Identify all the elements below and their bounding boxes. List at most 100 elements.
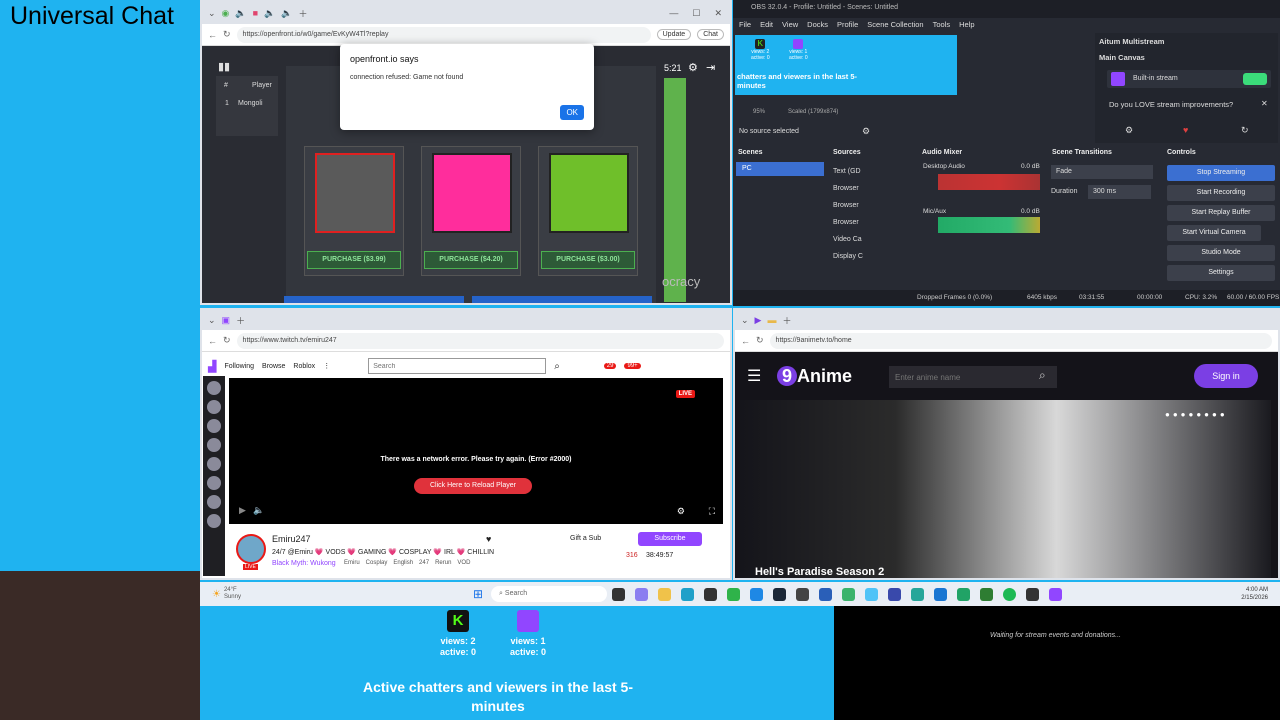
studio-mode-button[interactable]: Studio Mode — [1167, 245, 1275, 261]
app-icon[interactable] — [888, 587, 902, 601]
video-player[interactable]: LIVE There was a network error. Please t… — [229, 378, 723, 524]
excel-icon[interactable] — [957, 587, 971, 601]
gift-sub-button[interactable]: Gift a Sub — [570, 535, 601, 542]
back-icon[interactable]: ← — [741, 336, 750, 346]
app-icon[interactable] — [865, 587, 879, 601]
volume-icon[interactable]: 🔈 — [253, 505, 264, 516]
settings-icon[interactable]: ⚙ — [677, 506, 685, 517]
app-icon[interactable] — [842, 587, 856, 601]
avatar[interactable] — [207, 419, 221, 433]
chevron-down-icon[interactable]: ⌄ — [741, 315, 749, 326]
source-item[interactable]: Text (GD — [833, 163, 863, 180]
tag[interactable]: 247 — [419, 560, 429, 566]
close-icon[interactable]: ✕ — [1261, 99, 1268, 108]
nav-browse[interactable]: Browse — [262, 363, 285, 370]
youtube-tab-icon[interactable]: ▶ — [755, 315, 762, 326]
purchase-button[interactable]: PURCHASE ($3.99) — [307, 251, 401, 269]
avatar[interactable] — [207, 514, 221, 528]
mute-icon[interactable]: 🔈 — [281, 8, 292, 19]
subscribe-button[interactable]: Subscribe — [638, 532, 702, 546]
explorer-icon[interactable] — [658, 587, 672, 601]
new-tab-button[interactable]: ＋ — [782, 314, 791, 327]
promo-text[interactable]: Do you LOVE stream improvements? — [1109, 100, 1233, 109]
fullscreen-icon[interactable]: ⛶ — [709, 506, 715, 517]
tag[interactable]: Rerun — [435, 560, 451, 566]
app-icon[interactable] — [796, 587, 810, 601]
store-card[interactable]: PURCHASE ($3.00) — [538, 146, 638, 276]
source-item[interactable]: Browser — [833, 180, 863, 197]
duration-input[interactable]: 300 ms — [1088, 185, 1151, 199]
app-icon[interactable] — [911, 587, 925, 601]
mute-icon[interactable]: 🔈 — [235, 8, 246, 19]
menu-view[interactable]: View — [782, 20, 798, 29]
menu-tools[interactable]: Tools — [933, 20, 951, 29]
transition-select[interactable]: Fade — [1051, 165, 1153, 179]
reload-icon[interactable]: ↻ — [223, 29, 231, 40]
avatar[interactable] — [207, 457, 221, 471]
menu-edit[interactable]: Edit — [760, 20, 773, 29]
avatar[interactable] — [207, 400, 221, 414]
chat-button[interactable]: Chat — [697, 29, 724, 40]
gear-icon[interactable]: ⚙ — [862, 126, 870, 137]
stop-streaming-button[interactable]: Stop Streaming — [1167, 165, 1275, 181]
app-icon[interactable] — [934, 587, 948, 601]
nav-following[interactable]: Following — [224, 363, 254, 370]
recording-tab-icon[interactable]: ■ — [253, 8, 258, 18]
twitch-logo-icon[interactable]: ▟ — [208, 360, 216, 373]
obs-icon[interactable] — [704, 587, 718, 601]
more-icon[interactable]: ⋮ — [323, 362, 330, 370]
start-icon[interactable]: ⊞ — [473, 587, 483, 601]
mute-icon[interactable]: 🔈 — [264, 8, 275, 19]
play-icon[interactable]: ▶ — [239, 505, 246, 516]
settings-icon[interactable]: ⚙ — [688, 61, 698, 74]
reload-icon[interactable]: ↻ — [756, 335, 764, 346]
signin-button[interactable]: Sign in — [1194, 364, 1258, 388]
reload-icon[interactable]: ↻ — [223, 335, 231, 346]
copilot-icon[interactable] — [635, 587, 649, 601]
inbox-badge[interactable]: 99+ — [624, 363, 641, 369]
refresh-icon[interactable]: ↻ — [1241, 125, 1249, 136]
obs-preview[interactable]: Kviews: 2 active: 0 views: 1 active: 0 cha… — [735, 35, 957, 95]
new-tab-button[interactable]: ＋ — [299, 7, 308, 20]
purchase-button[interactable]: PURCHASE ($3.00) — [541, 251, 635, 269]
menu-profile[interactable]: Profile — [837, 20, 858, 29]
app-icon[interactable] — [980, 587, 994, 601]
chevron-down-icon[interactable]: ⌄ — [208, 315, 216, 326]
folder-tab-icon[interactable]: ▬ — [767, 315, 776, 325]
start-replay-button[interactable]: Start Replay Buffer — [1167, 205, 1275, 221]
avatar[interactable] — [207, 438, 221, 452]
carousel-dots[interactable]: ●●●●●●●● — [1165, 410, 1228, 419]
taskbar-search[interactable]: ⌕ Search — [491, 586, 608, 602]
update-button[interactable]: Update — [656, 29, 692, 40]
steam-icon[interactable] — [773, 587, 787, 601]
bottom-button[interactable] — [472, 296, 652, 303]
site-logo[interactable]: 9 Anime — [777, 366, 852, 387]
twitch-icon[interactable] — [1049, 587, 1063, 601]
chevron-down-icon[interactable]: ⌄ — [208, 8, 216, 19]
new-tab-button[interactable]: ＋ — [236, 314, 245, 327]
app-icon[interactable] — [727, 587, 741, 601]
menu-icon[interactable]: ☰ — [747, 366, 761, 386]
url-field[interactable]: https://openfront.io/w0/game/EvKyW4Tl?re… — [236, 26, 651, 43]
source-item[interactable]: Browser — [833, 197, 863, 214]
back-icon[interactable]: ← — [208, 336, 217, 346]
menu-file[interactable]: File — [739, 20, 751, 29]
anime-search-input[interactable] — [889, 366, 1057, 388]
avatar[interactable] — [236, 534, 266, 564]
minimize-icon[interactable]: — — [669, 8, 678, 19]
scene-item-pc[interactable]: PC — [736, 162, 824, 176]
start-virtual-camera-button[interactable]: Start Virtual Camera — [1167, 225, 1261, 241]
twitch-tab-icon[interactable]: ▣ — [222, 315, 231, 326]
app-icon[interactable] — [1026, 587, 1040, 601]
tag[interactable]: Emiru — [344, 560, 360, 566]
ok-button[interactable]: OK — [560, 105, 584, 120]
purchase-button[interactable]: PURCHASE ($4.20) — [424, 251, 518, 269]
reload-player-button[interactable]: Click Here to Reload Player — [414, 478, 532, 494]
url-field[interactable]: https://www.twitch.tv/emiru247 — [236, 332, 724, 349]
start-recording-button[interactable]: Start Recording — [1167, 185, 1275, 201]
spotlight-banner[interactable]: Hell's Paradise Season 2 — [735, 400, 1271, 578]
game-link[interactable]: Black Myth: Wukong — [272, 560, 336, 567]
tab-icon[interactable]: ◉ — [222, 8, 230, 19]
browser-icon[interactable] — [681, 587, 695, 601]
system-clock[interactable]: 4:00 AM 2/15/2026 — [1241, 586, 1268, 602]
